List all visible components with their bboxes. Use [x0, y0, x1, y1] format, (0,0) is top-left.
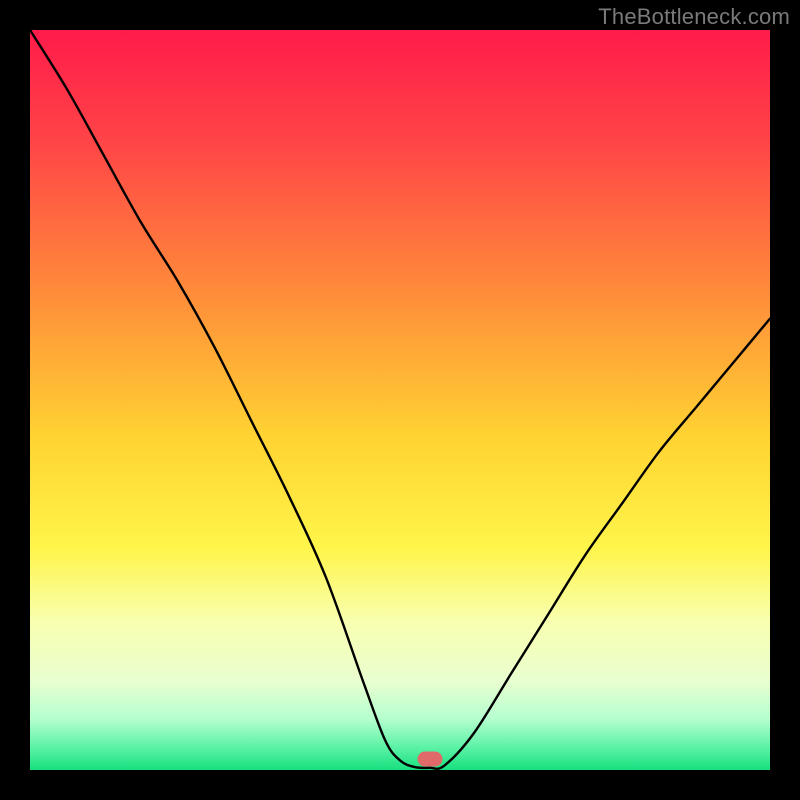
plot-region	[30, 30, 770, 770]
watermark-label: TheBottleneck.com	[598, 4, 790, 30]
bottleneck-curve	[30, 30, 770, 770]
optimal-point-marker	[417, 751, 442, 766]
chart-frame: TheBottleneck.com	[0, 0, 800, 800]
